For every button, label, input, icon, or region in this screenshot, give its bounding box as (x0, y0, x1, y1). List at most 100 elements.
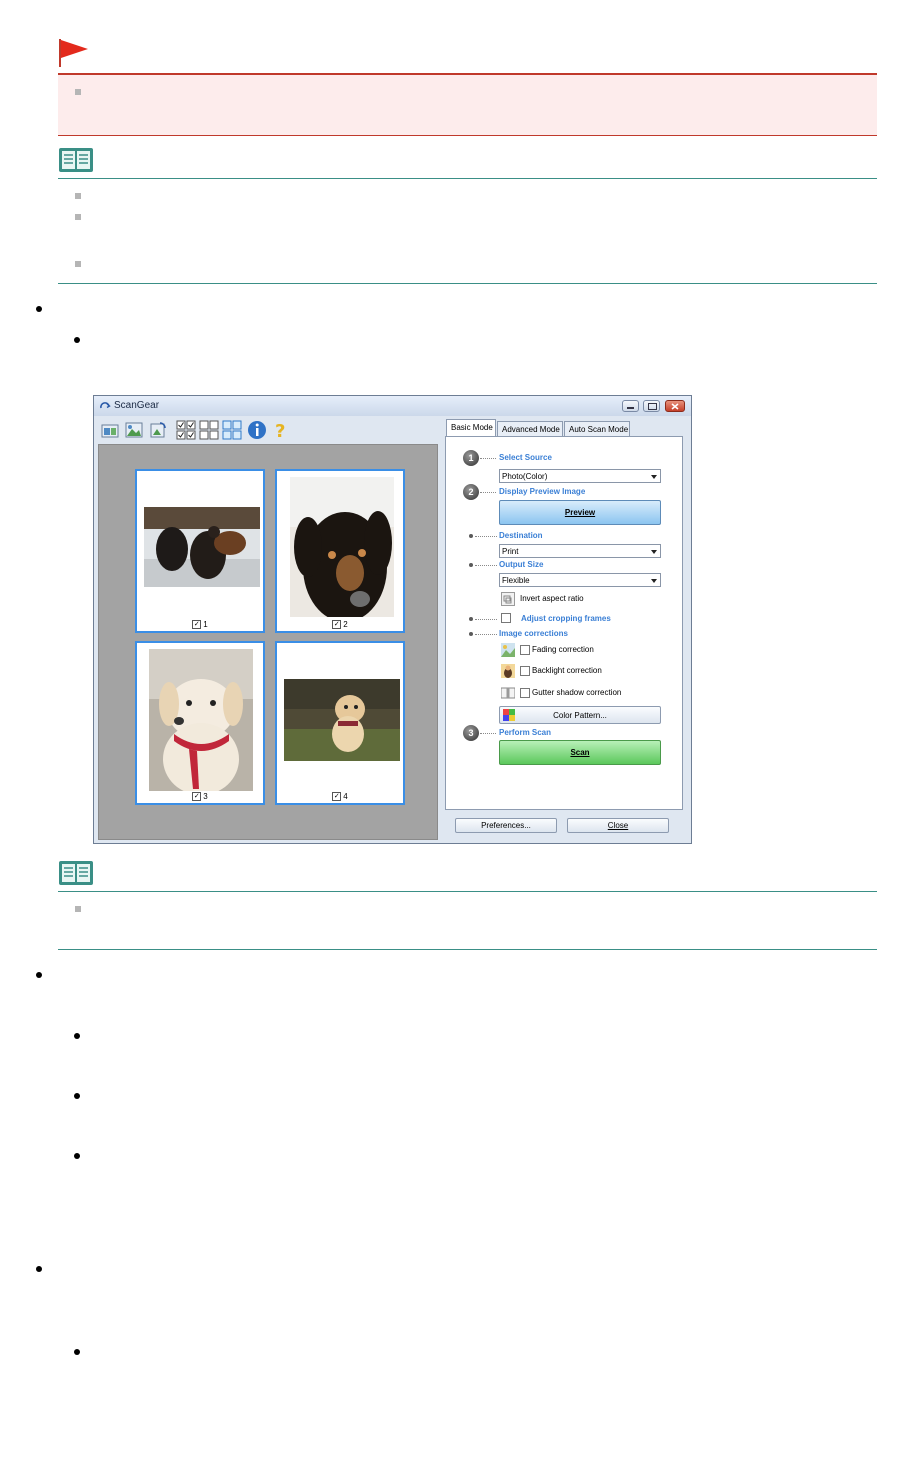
preview-area: ✓ 1 ✓ 2 ✓ 3 ✓ 4 (98, 444, 438, 840)
dotted-connector (480, 733, 496, 734)
adjust-cropping-label: Adjust cropping frames (521, 614, 611, 623)
thumbnail-checkbox-1[interactable]: ✓ (192, 620, 202, 629)
view-thumbnails-icon[interactable] (100, 420, 120, 440)
gutter-shadow-correction-icon (501, 687, 515, 699)
thumbnail-checkbox-2[interactable]: ✓ (332, 620, 342, 629)
bullet (36, 1266, 42, 1272)
backlight-correction-icon (501, 664, 515, 678)
fading-correction-checkbox[interactable] (520, 645, 530, 655)
select-source-heading: Select Source (499, 453, 552, 462)
dotted-connector (475, 619, 497, 620)
information-icon[interactable] (247, 420, 267, 440)
thumbnail-checkbox-3[interactable]: ✓ (192, 792, 202, 801)
output-size-heading: Output Size (499, 560, 544, 569)
rotate-icon[interactable] (148, 420, 168, 440)
bullet (74, 1349, 80, 1355)
source-select[interactable]: Photo(Color) (499, 469, 661, 483)
destination-select[interactable]: Print (499, 544, 661, 558)
step-3-badge: 3 (463, 725, 479, 741)
auto-crop-frames-icon[interactable] (222, 420, 242, 440)
important-box (58, 73, 877, 136)
note-book-icon (59, 148, 93, 172)
color-pattern-icon (503, 709, 515, 721)
clear-frames-icon[interactable] (199, 420, 219, 440)
fading-correction-label: Fading correction (532, 645, 594, 654)
color-pattern-label: Color Pattern... (553, 711, 607, 720)
gutter-shadow-correction-checkbox[interactable] (520, 688, 530, 698)
thumbnail-checkbox-4[interactable]: ✓ (332, 792, 342, 801)
destination-select-value: Print (502, 547, 519, 556)
close-icon (671, 403, 679, 410)
thumbnail-caption-3: ✓ 3 (137, 792, 263, 801)
thumbnail-caption-2: ✓ 2 (277, 620, 403, 629)
whole-image-icon[interactable] (124, 420, 144, 440)
list-square (75, 193, 81, 199)
tab-basic-mode[interactable]: Basic Mode (446, 419, 496, 436)
thumbnail-number: 4 (343, 791, 348, 801)
close-window-button[interactable] (665, 400, 685, 412)
color-pattern-button[interactable]: Color Pattern... (499, 706, 661, 724)
title-bar: ScanGear (94, 396, 691, 416)
close-button[interactable]: Close (567, 818, 669, 833)
thumbnail-caption-4: ✓ 4 (277, 792, 403, 801)
maximize-button[interactable] (643, 400, 660, 412)
thumbnail-frame-4[interactable]: ✓ 4 (275, 641, 405, 805)
thumbnail-frame-1[interactable]: ✓ 1 (135, 469, 265, 633)
scangear-app-icon (100, 402, 111, 409)
thumbnail-image-labrador-portrait (149, 649, 253, 791)
step-dot (469, 617, 473, 621)
scan-button[interactable]: Scan (499, 740, 661, 765)
dotted-connector (480, 458, 496, 459)
scangear-window: ScanGear ? ✓ 1 ✓ 2 ✓ 3 ✓ 4 Basic Mode Ad… (93, 395, 692, 844)
note-rule-bottom (58, 949, 877, 950)
tab-auto-scan-mode[interactable]: Auto Scan Mode (564, 421, 630, 436)
tab-advanced-mode[interactable]: Advanced Mode (497, 421, 563, 436)
minimize-button[interactable] (622, 400, 639, 412)
dotted-connector (480, 492, 496, 493)
thumbnail-number: 3 (203, 791, 208, 801)
fading-correction-icon (501, 643, 515, 657)
image-corrections-heading: Image corrections (499, 629, 568, 638)
step-1-badge: 1 (463, 450, 479, 466)
chevron-down-icon (651, 579, 657, 583)
invert-aspect-ratio-label: Invert aspect ratio (520, 594, 584, 603)
backlight-correction-checkbox[interactable] (520, 666, 530, 676)
important-flag-icon (59, 39, 88, 67)
perform-scan-heading: Perform Scan (499, 728, 552, 737)
thumbnail-number: 1 (203, 619, 208, 629)
list-square (75, 906, 81, 912)
help-icon[interactable]: ? (270, 420, 290, 440)
invert-aspect-ratio-icon[interactable] (501, 592, 515, 606)
thumbnail-image-labrador-in-grass (284, 679, 400, 761)
list-square (75, 89, 81, 95)
basic-mode-panel: 1 Select Source Photo(Color) 2 Display P… (445, 436, 683, 810)
step-dot (469, 632, 473, 636)
preferences-button[interactable]: Preferences... (455, 818, 557, 833)
preview-button[interactable]: Preview (499, 500, 661, 525)
svg-text:?: ? (275, 421, 285, 440)
note-rule-top (58, 891, 877, 892)
adjust-cropping-checkbox[interactable] (501, 613, 511, 623)
select-all-frames-icon[interactable] (176, 420, 196, 440)
output-size-select[interactable]: Flexible (499, 573, 661, 587)
thumbnail-caption-1: ✓ 1 (137, 620, 263, 629)
window-title: ScanGear (114, 400, 160, 411)
chevron-down-icon (651, 475, 657, 479)
destination-heading: Destination (499, 531, 543, 540)
bullet (74, 1153, 80, 1159)
display-preview-heading: Display Preview Image (499, 487, 586, 496)
chevron-down-icon (651, 550, 657, 554)
step-dot (469, 563, 473, 567)
bullet (74, 337, 80, 343)
thumbnail-frame-3[interactable]: ✓ 3 (135, 641, 265, 805)
thumbnail-frame-2[interactable]: ✓ 2 (275, 469, 405, 633)
step-dot (469, 534, 473, 538)
dotted-connector (475, 634, 497, 635)
dotted-connector (475, 565, 497, 566)
minimize-icon (627, 407, 634, 409)
bullet (36, 972, 42, 978)
list-square (75, 261, 81, 267)
step-2-badge: 2 (463, 484, 479, 500)
backlight-correction-label: Backlight correction (532, 666, 602, 675)
bullet (36, 306, 42, 312)
